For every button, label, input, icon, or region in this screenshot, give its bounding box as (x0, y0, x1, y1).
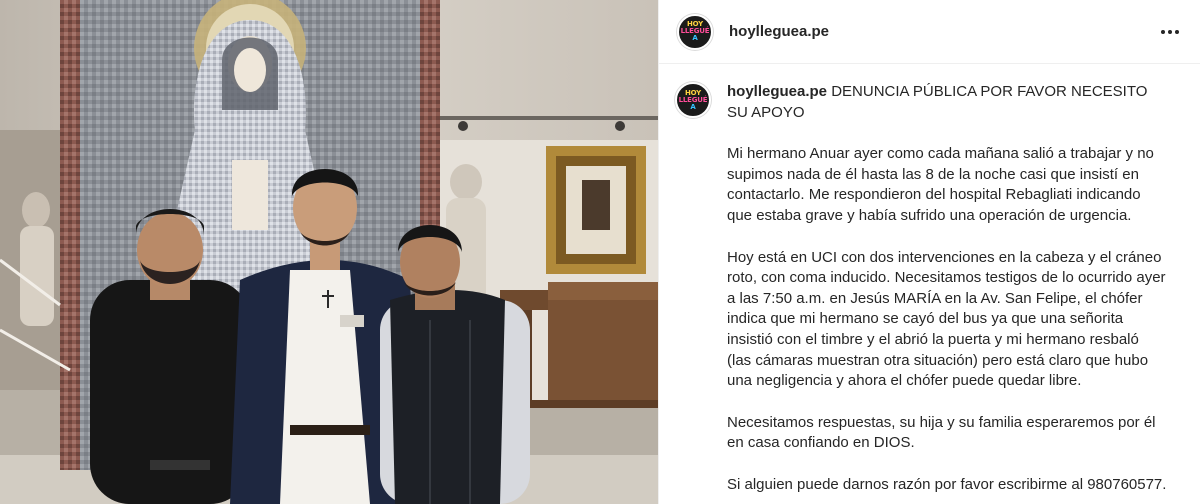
avatar-text-3: A (692, 34, 698, 42)
caption-username-link[interactable]: hoylleguea.pe (727, 83, 827, 100)
profile-avatar[interactable]: HOY LLEGUÉ A (677, 13, 713, 50)
post-caption: HOY LLEGUÉ A hoylleguea.pe DENUNCIA PÚBL… (659, 64, 1200, 496)
header-username-link[interactable]: hoylleguea.pe (729, 23, 829, 40)
three-dots-horizontal-icon (1161, 29, 1165, 34)
caption-headline: hoylleguea.pe DENUNCIA PÚBLICA POR FAVOR… (727, 82, 1167, 123)
caption-paragraph: Necesitamos respuestas, su hija y su fam… (727, 413, 1156, 452)
church-photo-illustration (0, 0, 658, 504)
three-dots-horizontal-icon (1175, 29, 1179, 34)
post-side-panel: HOY LLEGUÉ A hoylleguea.pe HOY LLEGUÉ A … (658, 0, 1200, 504)
caption-paragraph: Si alguien puede darnos razón por favor … (727, 475, 1167, 493)
avatar-text-3: A (690, 102, 696, 111)
caption-text: hoylleguea.pe DENUNCIA PÚBLICA POR FAVOR… (727, 82, 1167, 496)
caption-paragraph: Hoy está en UCI con dos intervenciones e… (727, 248, 1166, 390)
caption-paragraph: Mi hermano Anuar ayer como cada mañana s… (727, 145, 1154, 224)
caption-avatar[interactable]: HOY LLEGUÉ A (675, 82, 711, 118)
post-photo (0, 0, 658, 504)
post-header: HOY LLEGUÉ A hoylleguea.pe (659, 0, 1200, 64)
more-options-button[interactable] (1156, 18, 1184, 46)
three-dots-horizontal-icon (1168, 29, 1172, 34)
